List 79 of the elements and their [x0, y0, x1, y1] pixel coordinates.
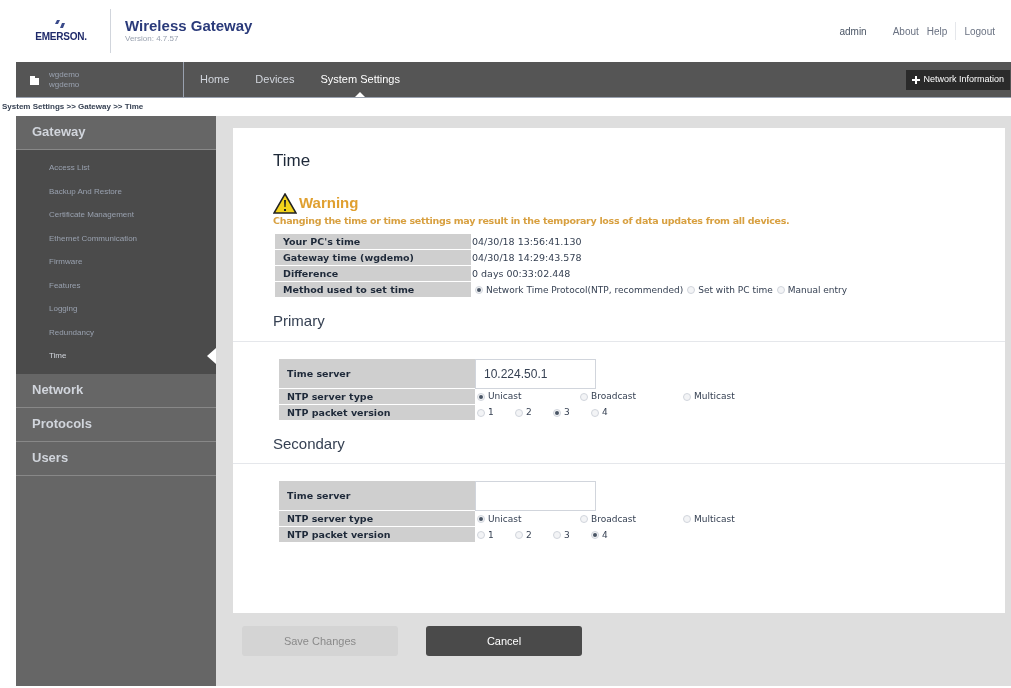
radio-option[interactable]: 1: [477, 406, 513, 420]
radio-option[interactable]: 1: [477, 528, 513, 542]
radio-button[interactable]: [683, 392, 691, 401]
page-title: Time: [273, 150, 312, 172]
plus-icon: [912, 75, 921, 84]
network-information-button[interactable]: Network Information: [906, 69, 1010, 90]
sidebar-item[interactable]: Backup And Restore: [49, 179, 216, 203]
radio-button[interactable]: [591, 531, 599, 540]
sidebar-item[interactable]: Ethernet Communication: [49, 226, 216, 250]
radio-option[interactable]: Set with PC time: [687, 283, 773, 297]
sidebar-item[interactable]: Access List: [49, 156, 216, 180]
field-label: Method used to set time: [275, 282, 471, 299]
breadcrumb: System Settings >> Gateway >> Time: [1, 101, 145, 113]
radio-button[interactable]: [477, 515, 485, 524]
field-label: NTP server type: [279, 511, 475, 528]
radio-option[interactable]: 2: [515, 406, 551, 420]
sidebar-item[interactable]: Logging: [49, 297, 216, 321]
field-label: Gateway time (wgdemo): [275, 250, 471, 267]
radio-button[interactable]: [477, 531, 485, 540]
sidebar-item[interactable]: Redundancy: [49, 320, 216, 344]
time-server-field[interactable]: 10.224.50.1: [475, 358, 596, 389]
field-value: 04/30/18 13:56:41.130: [472, 235, 582, 250]
device-icon: [30, 74, 39, 85]
sidebar-item[interactable]: Firmware: [49, 250, 216, 274]
radio-option[interactable]: 4: [591, 406, 627, 420]
brand-name: EMERSON.: [35, 29, 87, 44]
radio-button[interactable]: [776, 286, 785, 295]
sidebar-item[interactable]: Certificate Management: [49, 203, 216, 227]
nav-tab[interactable]: Devices: [255, 62, 295, 97]
radio-option[interactable]: 3: [553, 528, 589, 542]
radio-option[interactable]: Broadcast: [580, 390, 681, 404]
radio-option[interactable]: Multicast: [683, 390, 784, 404]
radio-option[interactable]: Manual entry: [776, 283, 848, 297]
radio-option[interactable]: 3: [553, 406, 589, 420]
radio-button[interactable]: [515, 531, 523, 540]
header-link[interactable]: About: [892, 23, 919, 39]
field-label: Time server: [279, 481, 475, 512]
sidebar-item[interactable]: Features: [49, 273, 216, 297]
radio-button[interactable]: [553, 531, 561, 540]
username: admin: [839, 24, 867, 39]
device-subtitle: wgdemo: [49, 80, 80, 89]
radio-button[interactable]: [553, 408, 561, 417]
radio-option[interactable]: Network Time Protocol(NTP, recommended): [475, 283, 684, 297]
radio-button[interactable]: [683, 515, 691, 524]
radio-button[interactable]: [477, 392, 485, 401]
radio-button[interactable]: [477, 408, 485, 417]
logo-icon: [54, 18, 68, 29]
radio-option[interactable]: 2: [515, 528, 551, 542]
field-value: 0 days 00:33:02.448: [472, 267, 571, 282]
radio-button[interactable]: [591, 408, 599, 417]
time-server-field[interactable]: [475, 481, 596, 512]
radio-button[interactable]: [687, 286, 696, 295]
radio-button[interactable]: [580, 515, 588, 524]
header-link[interactable]: Help: [926, 23, 948, 39]
field-label: NTP packet version: [279, 527, 475, 544]
radio-button[interactable]: [475, 286, 483, 295]
radio-option[interactable]: Broadcast: [580, 512, 681, 526]
warning-icon: [273, 193, 297, 214]
warning-title: Warning: [299, 192, 359, 213]
warning-message: Changing the time or time settings may result in the temporary loss of data updates from all devices.: [273, 214, 791, 228]
section-heading: Primary: [273, 311, 326, 332]
field-label: Difference: [275, 266, 471, 283]
version-text: Version: 4.7.57: [125, 33, 180, 45]
field-label: Time server: [279, 358, 475, 389]
radio-option[interactable]: Unicast: [477, 512, 578, 526]
nav-tab[interactable]: Home: [200, 62, 230, 97]
radio-option[interactable]: Unicast: [477, 390, 578, 404]
field-label: Your PC's time: [275, 234, 471, 251]
device-name: wgdemo: [49, 70, 80, 79]
radio-option[interactable]: 4: [591, 528, 627, 542]
radio-button[interactable]: [580, 392, 588, 401]
header-link[interactable]: Logout: [964, 23, 995, 39]
field-value: 04/30/18 14:29:43.578: [472, 251, 582, 266]
radio-button[interactable]: [515, 408, 523, 417]
product-title: Wireless Gateway: [125, 18, 253, 33]
section-heading: Secondary: [273, 433, 346, 454]
action-button[interactable]: Cancel: [426, 626, 582, 656]
nav-tab[interactable]: System Settings: [320, 62, 400, 97]
radio-option[interactable]: Multicast: [683, 512, 784, 526]
